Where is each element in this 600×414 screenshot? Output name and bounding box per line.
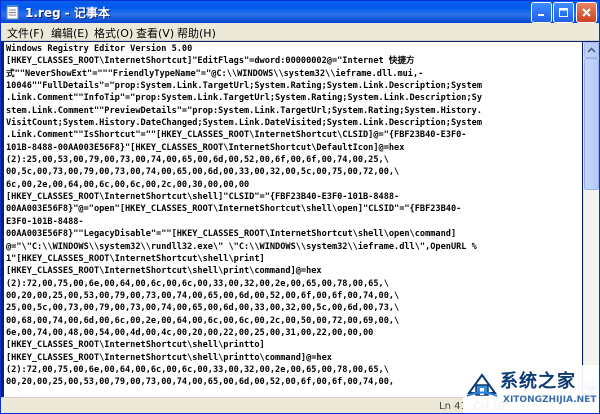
- maximize-button[interactable]: [553, 2, 574, 23]
- xitongzhijia-logo-icon: [466, 373, 498, 397]
- title-bar[interactable]: 1.reg - 记事本: [1, 1, 599, 23]
- notepad-window: 1.reg - 记事本 文件(F) 编辑(E) 格式(O) 查看(V) 帮助(H…: [0, 0, 600, 414]
- notepad-icon: [6, 5, 19, 20]
- menu-help[interactable]: 帮助(H): [177, 25, 216, 41]
- scrollbar-thumb[interactable]: [584, 58, 599, 190]
- close-button[interactable]: [576, 2, 597, 23]
- menu-file[interactable]: 文件(F): [7, 25, 44, 41]
- maximize-icon: [559, 8, 568, 17]
- watermark-brand: 系统之家: [500, 371, 576, 392]
- menu-view[interactable]: 查看(V): [136, 25, 174, 41]
- text-editor[interactable]: Windows Registry Editor Version 5.00 [HK…: [4, 42, 582, 397]
- menu-format[interactable]: 格式(O): [94, 25, 133, 41]
- editor-content[interactable]: Windows Registry Editor Version 5.00 [HK…: [6, 43, 580, 389]
- vertical-scrollbar[interactable]: [583, 42, 599, 397]
- menu-bar: 文件(F) 编辑(E) 格式(O) 查看(V) 帮助(H): [1, 23, 599, 41]
- minimize-button[interactable]: [531, 2, 552, 23]
- close-icon: [582, 8, 591, 17]
- site-watermark: 系统之家 XITONGZHIJIA.NET: [463, 365, 599, 413]
- menu-edit[interactable]: 编辑(E): [51, 25, 89, 41]
- scroll-up-button[interactable]: [584, 42, 599, 58]
- window-title: 1.reg - 记事本: [25, 6, 110, 20]
- scroll-up-arrow-icon: [587, 47, 596, 53]
- minimize-icon: [538, 14, 544, 16]
- watermark-url: XITONGZHIJIA.NET: [503, 395, 597, 405]
